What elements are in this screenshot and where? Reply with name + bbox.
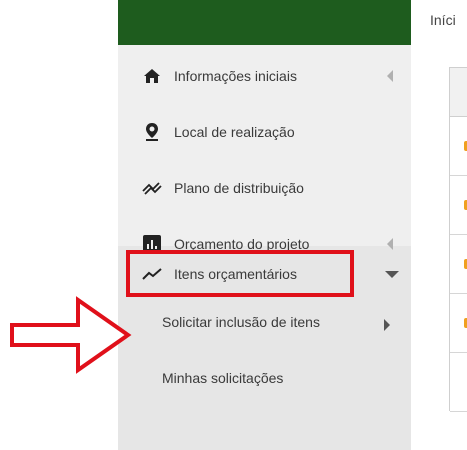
- table-row[interactable]: [450, 176, 467, 235]
- table-row[interactable]: [450, 117, 467, 176]
- sidebar-item-local-de-realizacao[interactable]: Local de realização: [118, 104, 411, 160]
- submenu-item-label: Minhas solicitações: [162, 370, 284, 386]
- breadcrumb[interactable]: Iníci: [430, 12, 456, 28]
- table-row[interactable]: [450, 294, 467, 353]
- submenu-item-minhas-solicitacoes[interactable]: Minhas solicitações: [118, 350, 411, 406]
- sidebar-item-plano-de-distribuicao[interactable]: Plano de distribuição: [118, 160, 411, 216]
- sidebar: Informações iniciais Local de realização…: [118, 0, 411, 450]
- submenu-item-label: Solicitar inclusão de itens: [162, 314, 320, 330]
- caret-down-icon: [385, 270, 399, 278]
- sidebar-item-label: Local de realização: [174, 124, 295, 140]
- table-row[interactable]: [450, 353, 467, 412]
- caret-right-icon: [384, 319, 390, 331]
- table-row[interactable]: [450, 235, 467, 294]
- highlight-box: [126, 250, 354, 297]
- caret-left-icon: [387, 70, 393, 82]
- sidebar-item-label: Informações iniciais: [174, 68, 297, 84]
- submenu-item-solicitar-inclusao[interactable]: Solicitar inclusão de itens: [118, 294, 411, 350]
- home-icon: [142, 66, 162, 86]
- arrow-right-icon: [10, 296, 132, 374]
- sidebar-item-label: Plano de distribuição: [174, 180, 304, 196]
- sidebar-item-informacoes-iniciais[interactable]: Informações iniciais: [118, 48, 411, 104]
- distribution-icon: [142, 178, 162, 198]
- sidebar-header: [118, 0, 411, 45]
- data-table: [449, 67, 467, 412]
- table-header: [450, 68, 467, 117]
- map-marker-icon: [142, 122, 162, 142]
